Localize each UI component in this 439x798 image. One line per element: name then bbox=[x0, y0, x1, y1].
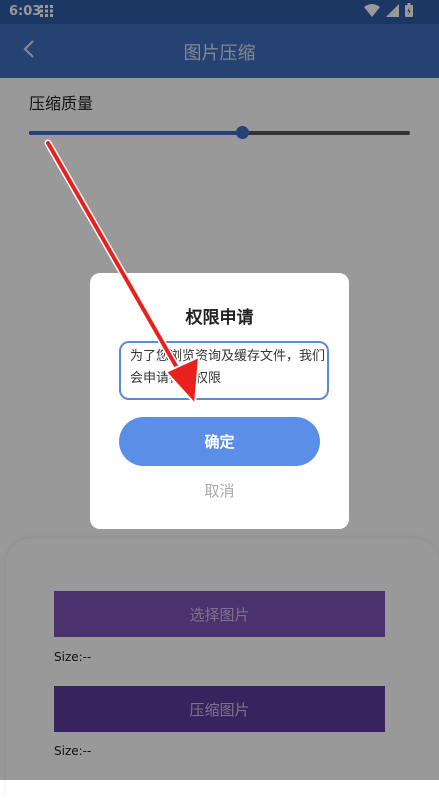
dialog-title: 权限申请 bbox=[185, 308, 254, 328]
cancel-button[interactable]: 取消 bbox=[90, 480, 349, 501]
confirm-button[interactable]: 确定 bbox=[119, 417, 320, 466]
dialog-message: 为了您浏览资询及缓存文件，我们会申请存储权限 bbox=[119, 341, 329, 400]
permission-dialog: 权限申请 为了您浏览资询及缓存文件，我们会申请存储权限 确定 取消 bbox=[90, 273, 349, 529]
